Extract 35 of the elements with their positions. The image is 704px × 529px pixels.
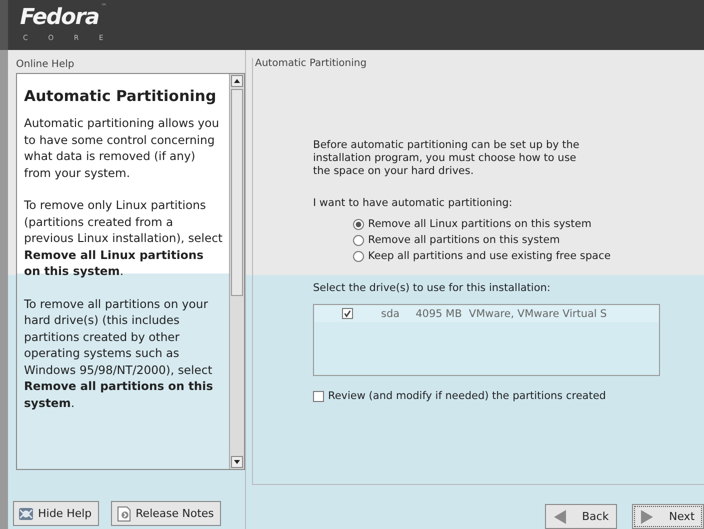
review-option-label[interactable]: Review (and modify if needed) the partitions created [328,390,606,402]
help-title: Automatic Partitioning [24,87,218,105]
document-icon [116,506,132,522]
hide-help-button[interactable]: Hide Help [13,501,99,526]
scroll-up-icon[interactable] [231,75,243,87]
checkbox[interactable] [313,390,324,402]
checkbox[interactable] [342,308,353,319]
frame-title: Automatic Partitioning [254,58,368,69]
right-arrow-icon [639,508,655,524]
option-label[interactable]: Keep all partitions and use existing free space [368,250,611,262]
help-paragraph: To remove only Linux partitions (partitions created from a previous Linux installation), select Remove all Linux partitions on this system. [24,197,223,280]
drive-name: sda [381,308,400,320]
fedora-logo-text: Fedora [20,4,99,32]
release-notes-button[interactable]: Release Notes [110,501,221,526]
next-button[interactable]: Next [632,504,704,529]
radio-button[interactable] [353,250,364,262]
help-icon [18,506,34,522]
intro-text: Before automatic partitioning can be set up by the installation program, you must choose how to use the space on your hard drives. [313,139,580,178]
option-label[interactable]: Remove all Linux partitions on this system [368,218,592,230]
drive-model: VMware, VMware Virtual S [468,308,607,320]
radio-button[interactable] [353,218,364,230]
drives-label: Select the drive(s) to use for this installation: [313,282,552,294]
choice-label: I want to have automatic partitioning: [313,197,514,209]
left-arrow-icon [552,508,568,524]
online-help-label: Online Help [15,58,76,72]
help-paragraph: To remove all partitions on your hard drive(s) (this includes partitions created by other operating systems such as Windows 95/98/NT/2000), select Remove all partitions on this system. [24,296,214,411]
help-paragraph: Automatic partitioning allows you to have some control concerning what data is removed (if any) from your system. [24,115,220,181]
back-button[interactable]: Back [545,504,617,529]
radio-button[interactable] [353,234,364,246]
scroll-down-icon[interactable] [231,456,243,468]
drive-row[interactable]: sda 4095 MB VMware, VMware Virtual S [314,305,659,322]
drive-size: 4095 MB [416,308,462,320]
scrollbar[interactable] [229,74,244,469]
option-label[interactable]: Remove all partitions on this system [368,234,560,246]
scrollbar-thumb[interactable] [231,89,243,296]
